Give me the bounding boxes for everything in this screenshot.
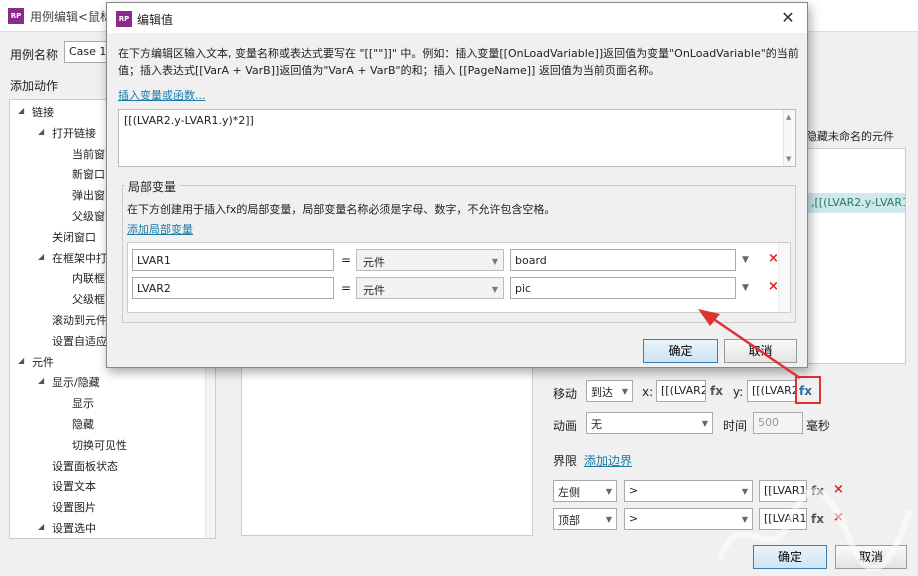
organize-actions-panel <box>241 360 533 536</box>
tree-item[interactable]: 设置自适应 <box>52 333 107 349</box>
move-x-label: x: <box>642 385 654 399</box>
bounds-label: 界限 <box>553 454 578 468</box>
chevron-down-icon: ▼ <box>605 487 612 496</box>
tree-item[interactable]: 关闭窗口 <box>52 229 96 245</box>
move-mode-select[interactable]: 到达 ▼ <box>586 380 633 402</box>
local-variables-table: LVAR1 = 元件 ▼ board ▼ × LVAR2 = 元件 ▼ pic … <box>127 242 791 313</box>
fx-highlight-box <box>795 376 821 404</box>
insert-variable-link[interactable]: 插入变量或函数... <box>118 87 206 103</box>
local-var-target-input-1[interactable]: board <box>510 249 736 271</box>
local-var-name-input-2[interactable]: LVAR2 <box>132 277 334 299</box>
local-var-type-value-2: 元件 <box>363 284 385 297</box>
time-input[interactable]: 500 <box>753 412 803 434</box>
local-variables-legend: 局部变量 <box>125 178 180 195</box>
chevron-down-icon[interactable]: ▼ <box>742 255 749 265</box>
tree-item[interactable]: 设置选中 <box>52 520 96 536</box>
tree-item[interactable]: 设置文本 <box>52 478 96 494</box>
chevron-down-icon: ▼ <box>491 285 498 294</box>
tree-item[interactable]: 滚动到元件 <box>52 312 107 328</box>
tree-item[interactable]: 打开链接 <box>52 125 96 141</box>
dialog-ok-button[interactable]: 确定 <box>643 339 718 363</box>
expression-editor[interactable]: [[(LVAR2.y-LVAR1.y)*2]] ▲ ▼ <box>118 109 796 167</box>
tree-collapse-icon[interactable]: ◢ <box>18 106 24 115</box>
local-variables-description: 在下方创建用于插入fx的局部变量，局部变量名称必须是字母、数字，不允许包含空格。 <box>127 203 556 216</box>
hide-unnamed-label: 隐藏未命名的元件 <box>806 130 894 143</box>
move-y-label: y: <box>733 385 744 399</box>
move-x-input[interactable]: [[(LVAR2 <box>656 380 706 402</box>
add-bound-link[interactable]: 添加边界 <box>584 452 632 469</box>
tree-collapse-icon[interactable]: ◢ <box>38 127 44 136</box>
local-var-type-value-1: 元件 <box>363 256 385 269</box>
equals-sign: = <box>341 253 352 267</box>
watermark-graphic <box>717 488 913 572</box>
animation-value: 无 <box>591 418 602 431</box>
time-unit-label: 毫秒 <box>806 419 831 433</box>
bound-op-value-1: > <box>629 484 639 497</box>
bound-side-value-1: 左侧 <box>558 486 580 499</box>
dialog-title: 编辑值 <box>137 13 174 27</box>
chevron-down-icon: ▼ <box>621 387 628 396</box>
move-label: 移动 <box>553 387 578 401</box>
case-name-input[interactable]: Case 1 <box>64 41 108 63</box>
tree-item[interactable]: 显示 <box>72 395 94 411</box>
tree-item[interactable]: 元件 <box>32 354 54 370</box>
tree-item[interactable]: 设置面板状态 <box>52 458 118 474</box>
chevron-down-icon: ▼ <box>605 515 612 524</box>
equals-sign: = <box>341 281 352 295</box>
dialog-description: 在下方编辑区输入文本, 变量名称或表达式要写在 "[[""]]" 中。例如：插入… <box>118 47 799 77</box>
tree-collapse-icon[interactable]: ◢ <box>38 252 44 261</box>
local-var-target-input-2[interactable]: pic <box>510 277 736 299</box>
tree-item[interactable]: 切换可见性 <box>72 437 127 453</box>
widget-list: ,[[(LVAR2.y-LVAR1. <box>806 148 906 364</box>
bound-op-value-2: > <box>629 512 639 525</box>
add-local-variable-link[interactable]: 添加局部变量 <box>127 221 193 237</box>
dialog-titlebar: RP 编辑值 ✕ <box>107 3 807 33</box>
tree-collapse-icon[interactable]: ◢ <box>38 522 44 531</box>
close-icon[interactable]: ✕ <box>777 7 799 29</box>
dialog-cancel-button[interactable]: 取消 <box>724 339 797 363</box>
animation-label: 动画 <box>553 419 578 433</box>
case-name-label: 用例名称 <box>10 48 59 62</box>
tree-item[interactable]: 在框架中打 <box>52 250 107 266</box>
bound-side-value-2: 顶部 <box>558 514 580 527</box>
local-var-type-select-1[interactable]: 元件 ▼ <box>356 249 504 271</box>
case-editor-title: 用例编辑<鼠标 <box>30 10 113 24</box>
scroll-down-icon[interactable]: ▼ <box>786 155 791 163</box>
chevron-down-icon: ▼ <box>701 419 708 428</box>
tree-item[interactable]: 显示/隐藏 <box>52 374 100 390</box>
axure-logo-icon: RP <box>8 8 24 24</box>
edit-value-dialog: RP 编辑值 ✕ 在下方编辑区输入文本, 变量名称或表达式要写在 "[[""]]… <box>106 2 808 368</box>
time-label: 时间 <box>723 419 748 433</box>
tree-collapse-icon[interactable]: ◢ <box>38 376 44 385</box>
local-var-type-select-2[interactable]: 元件 ▼ <box>356 277 504 299</box>
tree-item[interactable]: 隐藏 <box>72 416 94 432</box>
tree-collapse-icon[interactable]: ◢ <box>18 356 24 365</box>
watermark-stroke <box>717 488 913 572</box>
add-action-label: 添加动作 <box>10 79 59 93</box>
move-mode-value: 到达 <box>591 386 613 399</box>
tree-item[interactable]: 内联框 <box>72 270 105 286</box>
expression-scrollbar[interactable]: ▲ ▼ <box>783 110 795 166</box>
local-variables-scrollbar[interactable] <box>778 243 790 312</box>
tree-item[interactable]: 链接 <box>32 104 54 120</box>
tree-item[interactable]: 父级窗 <box>72 208 105 224</box>
x-fx-button[interactable]: fx <box>710 384 723 398</box>
tree-item[interactable]: 新窗口 <box>72 166 105 182</box>
expression-text: [[(LVAR2.y-LVAR1.y)*2]] <box>124 114 254 127</box>
scroll-up-icon[interactable]: ▲ <box>786 113 791 121</box>
move-y-input[interactable]: [[(LVAR2 <box>747 380 797 402</box>
chevron-down-icon: ▼ <box>491 257 498 266</box>
local-var-name-input-1[interactable]: LVAR1 <box>132 249 334 271</box>
animation-select[interactable]: 无 ▼ <box>586 412 713 434</box>
widget-list-row-selected[interactable]: ,[[(LVAR2.y-LVAR1. <box>807 193 905 213</box>
bound-side-select-2[interactable]: 顶部 ▼ <box>553 508 617 530</box>
axure-logo-icon: RP <box>116 11 132 27</box>
tree-item[interactable]: 当前窗 <box>72 146 105 162</box>
tree-item[interactable]: 父级框 <box>72 291 105 307</box>
bound-side-select-1[interactable]: 左侧 ▼ <box>553 480 617 502</box>
tree-item[interactable]: 弹出窗 <box>72 187 105 203</box>
chevron-down-icon[interactable]: ▼ <box>742 283 749 293</box>
tree-item[interactable]: 设置图片 <box>52 499 96 515</box>
